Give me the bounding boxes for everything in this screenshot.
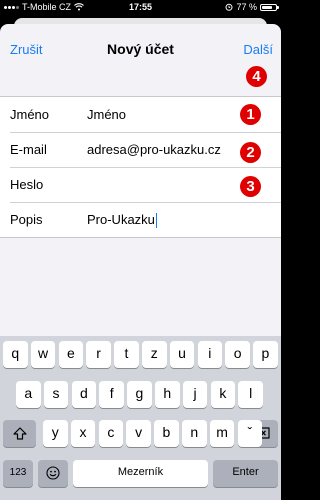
- key-u[interactable]: u: [169, 341, 195, 368]
- key-q[interactable]: q: [3, 341, 28, 368]
- emoji-icon: [46, 466, 60, 480]
- key-k[interactable]: k: [210, 381, 236, 408]
- password-label: Heslo: [10, 177, 44, 192]
- key-a[interactable]: a: [16, 381, 41, 408]
- key-j[interactable]: j: [182, 381, 208, 408]
- form-row-password[interactable]: Heslo: [0, 167, 281, 202]
- key-v[interactable]: v: [126, 420, 151, 447]
- description-label: Popis: [10, 212, 43, 227]
- form-row-name[interactable]: Jméno Jméno: [0, 97, 281, 132]
- key-h[interactable]: h: [155, 381, 180, 408]
- battery-icon: [260, 3, 279, 11]
- key-y[interactable]: y: [43, 420, 68, 447]
- battery-percent: 77 %: [236, 2, 257, 12]
- battery-level: [262, 5, 272, 9]
- key-z[interactable]: z: [142, 341, 167, 368]
- shift-key[interactable]: [3, 420, 36, 447]
- annotation-badge-4: 4: [246, 66, 267, 87]
- numbers-key[interactable]: 123: [3, 460, 33, 487]
- text-cursor: [155, 213, 157, 229]
- page-title: Nový účet: [107, 41, 174, 57]
- next-button[interactable]: Další: [243, 42, 273, 57]
- status-right: 77 %: [225, 0, 279, 14]
- alarm-icon: [225, 3, 233, 11]
- shift-icon: [12, 427, 27, 440]
- annotation-badge-3: 3: [240, 176, 261, 197]
- form-row-description[interactable]: Popis Pro-Ukazku: [0, 202, 281, 237]
- key-n[interactable]: n: [182, 420, 207, 447]
- name-field[interactable]: Jméno: [87, 97, 126, 132]
- key-p[interactable]: p: [253, 341, 278, 368]
- key-r[interactable]: r: [86, 341, 111, 368]
- key-i[interactable]: i: [197, 341, 223, 368]
- space-key[interactable]: Mezerník: [73, 460, 208, 487]
- key-d[interactable]: d: [71, 381, 97, 408]
- form-row-email[interactable]: E-mail adresa@pro-ukazku.cz: [0, 132, 281, 167]
- key-m[interactable]: m: [209, 420, 235, 447]
- nav-bar: Zrušit Nový účet Další: [0, 24, 281, 72]
- email-label: E-mail: [10, 142, 47, 157]
- key-x[interactable]: x: [70, 420, 96, 447]
- key-w[interactable]: w: [30, 341, 56, 368]
- keyboard: 123 Mezerník Enter qwertzuiop asdfghjkl yx…: [0, 336, 281, 500]
- key-caron[interactable]: ˇ: [237, 420, 263, 447]
- emoji-key[interactable]: [38, 460, 68, 487]
- description-field[interactable]: Pro-Ukazku: [87, 202, 157, 237]
- description-value: Pro-Ukazku: [87, 212, 155, 227]
- key-c[interactable]: c: [98, 420, 124, 447]
- name-label: Jméno: [10, 107, 50, 122]
- key-t[interactable]: t: [114, 341, 139, 368]
- key-s[interactable]: s: [43, 381, 69, 408]
- annotation-badge-1: 1: [240, 104, 261, 125]
- key-b[interactable]: b: [154, 420, 179, 447]
- key-g[interactable]: g: [127, 381, 152, 408]
- enter-key[interactable]: Enter: [213, 460, 278, 487]
- email-field[interactable]: adresa@pro-ukazku.cz: [87, 132, 221, 167]
- key-l[interactable]: l: [238, 381, 263, 408]
- account-form: Jméno Jméno E-mail adresa@pro-ukazku.cz …: [0, 96, 281, 238]
- key-f[interactable]: f: [99, 381, 124, 408]
- key-e[interactable]: e: [58, 341, 84, 368]
- status-bar: T-Mobile CZ 17:55 77 %: [0, 0, 281, 14]
- annotation-badge-2: 2: [240, 142, 261, 163]
- key-o[interactable]: o: [225, 341, 250, 368]
